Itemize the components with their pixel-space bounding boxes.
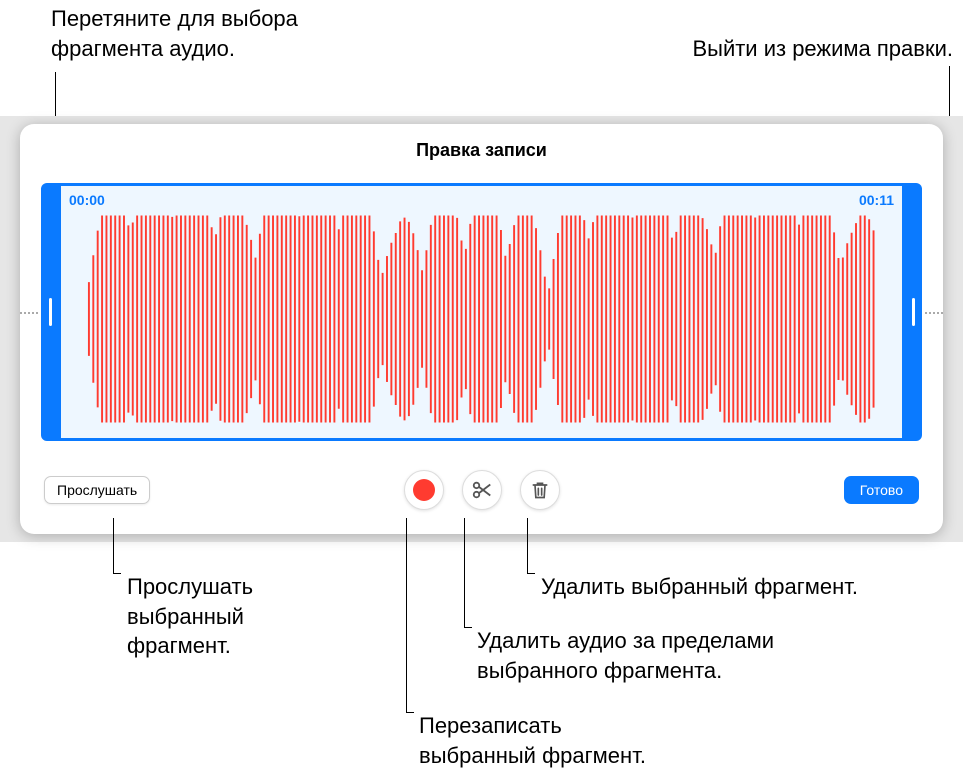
callout-trim-outside: Удалить аудио за пределами выбранного фр… — [477, 626, 774, 685]
callout-line — [113, 573, 121, 574]
listen-button[interactable]: Прослушать — [44, 476, 150, 504]
waveform-area[interactable]: 00:00 00:11 — [38, 183, 925, 441]
record-button[interactable] — [404, 470, 444, 510]
trim-handle-left[interactable] — [41, 183, 59, 441]
callout-line — [113, 518, 114, 574]
timeline-dotted — [20, 312, 38, 314]
callout-line — [464, 627, 472, 628]
window-title: Правка записи — [20, 124, 943, 175]
time-start-label: 00:00 — [69, 192, 105, 208]
callout-line — [406, 712, 414, 713]
toolbar: Прослушать Готово — [20, 476, 943, 504]
edit-window: Правка записи 00:00 00:11 Прослушать — [20, 124, 943, 534]
selection-box: 00:00 00:11 — [58, 183, 905, 441]
center-controls — [404, 470, 560, 510]
callout-rerecord: Перезаписать выбранный фрагмент. — [419, 711, 646, 770]
time-end-label: 00:11 — [859, 192, 894, 208]
trim-handle-right[interactable] — [904, 183, 922, 441]
done-button[interactable]: Готово — [844, 476, 919, 504]
handle-grip-icon — [912, 298, 915, 326]
callout-exit-edit: Выйти из режима правки. — [692, 34, 953, 64]
record-icon — [413, 479, 435, 501]
callout-line — [406, 518, 407, 713]
trash-icon — [530, 479, 550, 501]
timeline-dotted — [925, 312, 943, 314]
callout-line — [527, 573, 535, 574]
callout-delete: Удалить выбранный фрагмент. — [541, 572, 858, 602]
handle-grip-icon — [49, 298, 52, 326]
callout-drag-select: Перетяните для выбора фрагмента аудио. — [51, 4, 298, 63]
callout-line — [464, 518, 465, 628]
delete-button[interactable] — [520, 470, 560, 510]
trim-button[interactable] — [462, 470, 502, 510]
callout-listen: Прослушать выбранный фрагмент. — [127, 572, 253, 661]
scissors-icon — [471, 479, 493, 501]
waveform-display — [87, 210, 876, 428]
callout-line — [527, 518, 528, 574]
